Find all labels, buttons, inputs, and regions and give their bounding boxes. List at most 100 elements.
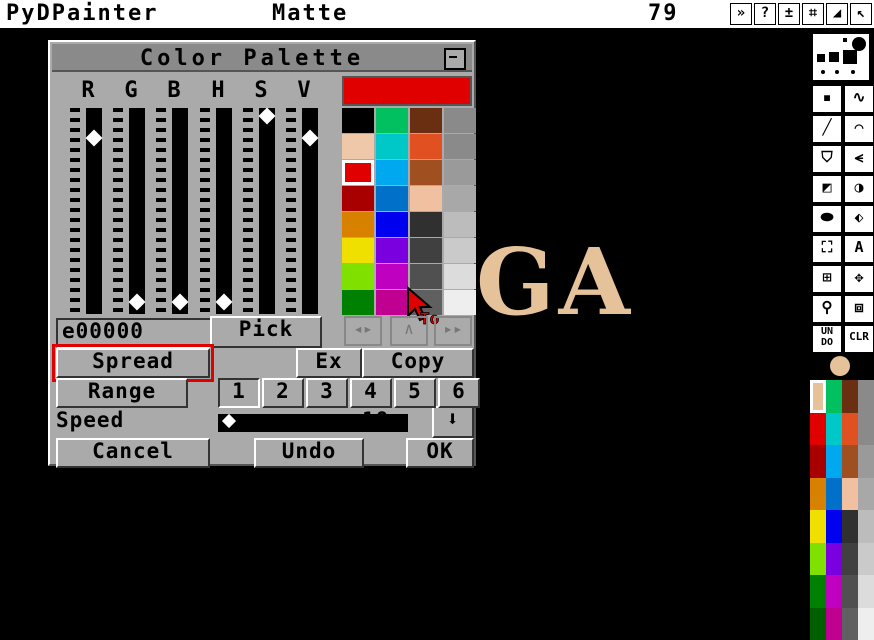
grid-icon[interactable]: ⌗ [802, 3, 824, 25]
toolbar-swatch[interactable] [810, 607, 826, 640]
arrow-down-icon[interactable]: ⬇ [432, 406, 474, 438]
toolbar-swatch[interactable] [810, 412, 826, 445]
toolbar-swatch[interactable] [826, 477, 842, 510]
toolbar-swatch[interactable] [842, 412, 858, 445]
palette-swatch[interactable] [342, 212, 374, 237]
slider-r[interactable] [62, 108, 103, 314]
palette-swatch[interactable] [376, 134, 408, 159]
slider-s[interactable] [235, 107, 276, 314]
toolbar-swatch[interactable] [858, 445, 874, 478]
palette-swatch[interactable] [342, 160, 374, 185]
brush-select-icon[interactable]: ⛶ [811, 234, 843, 264]
toolbar-swatch[interactable] [842, 607, 858, 640]
toolbar-swatch[interactable] [858, 607, 874, 640]
symmetry-tool-icon[interactable]: ✥ [843, 264, 874, 294]
palette-swatch[interactable] [376, 108, 408, 133]
ok-button[interactable]: OK [406, 438, 474, 468]
palette-swatch[interactable] [342, 238, 374, 263]
toolbar-swatch[interactable] [826, 542, 842, 575]
toolbar-swatch[interactable] [826, 412, 842, 445]
palette-swatch[interactable] [410, 238, 442, 263]
gradient-icon[interactable]: ∧ [390, 316, 428, 346]
toolbar-swatch[interactable] [810, 380, 826, 413]
undo-button[interactable]: Undo [254, 438, 364, 468]
polygon-icon[interactable]: ⬖ [843, 204, 874, 234]
range-number-button[interactable]: 1 [218, 378, 260, 408]
shift-right-icon[interactable]: ▸▸ [434, 316, 472, 346]
palette-swatch[interactable] [342, 290, 374, 315]
palette-swatch[interactable] [444, 212, 476, 237]
toolbar-swatch[interactable] [858, 542, 874, 575]
toolbar-swatch[interactable] [858, 412, 874, 445]
toolbar-swatch[interactable] [858, 510, 874, 543]
range-number-button[interactable]: 3 [306, 378, 348, 408]
palette-swatch[interactable] [376, 290, 408, 315]
curve-icon[interactable]: ⌒ [843, 114, 874, 144]
toolbar-swatch[interactable] [858, 477, 874, 510]
toolbar-swatch[interactable] [826, 575, 842, 608]
hex-value-field[interactable]: e00000 [56, 318, 214, 348]
help-icon[interactable]: ? [754, 3, 776, 25]
toolbar-swatch[interactable] [842, 575, 858, 608]
palette-swatch[interactable] [376, 238, 408, 263]
palette-swatch[interactable] [444, 238, 476, 263]
toolbar-swatch[interactable] [858, 575, 874, 608]
palette-swatch[interactable] [342, 186, 374, 211]
fill-icon[interactable]: ⛉ [811, 144, 843, 174]
magnify-icon[interactable]: ⚲ [811, 294, 843, 324]
palette-swatch[interactable] [444, 134, 476, 159]
palette-swatch[interactable] [410, 160, 442, 185]
airbrush-icon[interactable]: ⪪ [843, 144, 874, 174]
toolbar-swatch[interactable] [842, 380, 858, 413]
palette-swatch[interactable] [342, 108, 374, 133]
range-button[interactable]: Range [56, 378, 188, 408]
symmetry-icon[interactable]: ± [778, 3, 800, 25]
toolbar-swatch[interactable] [842, 445, 858, 478]
palette-swatch[interactable] [444, 108, 476, 133]
palette-swatch[interactable] [410, 212, 442, 237]
palette-swatch[interactable] [342, 134, 374, 159]
text-tool-icon[interactable]: A [843, 234, 874, 264]
toolbar-swatch[interactable] [842, 510, 858, 543]
undo-tool-icon[interactable]: UN DO [811, 324, 843, 354]
palette-color-grid[interactable] [342, 108, 476, 315]
freehand-icon[interactable]: ∿ [843, 84, 874, 114]
palette-swatch[interactable] [444, 160, 476, 185]
flip-icon[interactable]: ◢ [826, 3, 848, 25]
range-number-button[interactable]: 4 [350, 378, 392, 408]
ellipse-icon[interactable]: ⬬ [811, 204, 843, 234]
spread-button[interactable]: Spread [52, 344, 214, 382]
toolbar-swatch[interactable] [810, 510, 826, 543]
toolbar-swatch[interactable] [810, 575, 826, 608]
toolbar-swatch[interactable] [826, 445, 842, 478]
toolbar-swatch[interactable] [858, 380, 874, 413]
circle-icon[interactable]: ◑ [843, 174, 874, 204]
toolbar-palette[interactable] [810, 380, 874, 640]
toolbar-swatch[interactable] [826, 380, 842, 413]
pick-button[interactable]: Pick [210, 316, 322, 348]
palette-swatch[interactable] [376, 212, 408, 237]
arrows-icon[interactable]: » [730, 3, 752, 25]
zoom-icon[interactable]: ⧈ [843, 294, 874, 324]
slider-v[interactable] [278, 108, 319, 314]
range-number-button[interactable]: 2 [262, 378, 304, 408]
window-title-bar[interactable]: Color Palette [52, 44, 472, 72]
slider-h[interactable] [192, 108, 233, 314]
palette-swatch[interactable] [410, 108, 442, 133]
clear-tool-icon[interactable]: CLR [843, 324, 874, 354]
rectangle-icon[interactable]: ◩ [811, 174, 843, 204]
toolbar-swatch[interactable] [826, 607, 842, 640]
toolbar-swatch[interactable] [842, 542, 858, 575]
range-number-button[interactable]: 5 [394, 378, 436, 408]
palette-swatch[interactable] [342, 264, 374, 289]
palette-swatch[interactable] [410, 186, 442, 211]
toolbar-swatch[interactable] [810, 445, 826, 478]
palette-swatch[interactable] [376, 186, 408, 211]
slider-g[interactable] [105, 108, 146, 314]
copy-button[interactable]: Copy [362, 348, 474, 378]
palette-swatch[interactable] [376, 264, 408, 289]
toolbar-swatch[interactable] [842, 477, 858, 510]
toolbar-swatch[interactable] [810, 477, 826, 510]
exchange-button[interactable]: Ex [296, 348, 362, 378]
toolbar-swatch[interactable] [810, 542, 826, 575]
